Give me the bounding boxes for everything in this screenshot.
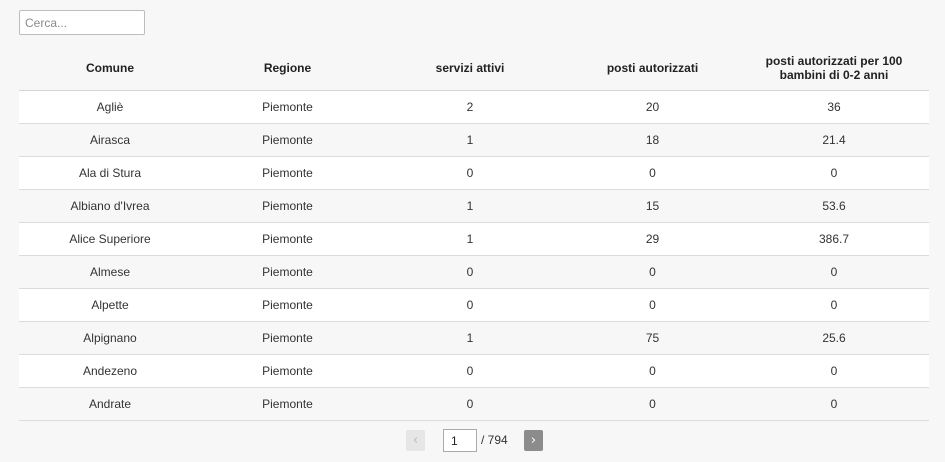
column-header-posti-autorizzati[interactable]: posti autorizzati — [566, 46, 739, 91]
table-header-row: Comune Regione servizi attivi posti auto… — [19, 46, 929, 91]
cell-posti-autorizzati: 75 — [566, 321, 739, 355]
cell-posti-per-100: 25.6 — [739, 321, 929, 355]
table-row: Andezeno Piemonte 0 0 0 — [19, 354, 929, 388]
cell-servizi-attivi: 1 — [374, 222, 566, 256]
table-row: Andrate Piemonte 0 0 0 — [19, 387, 929, 421]
cell-posti-autorizzati: 0 — [566, 387, 739, 421]
cell-servizi-attivi: 0 — [374, 387, 566, 421]
cell-posti-per-100: 0 — [739, 387, 929, 421]
cell-servizi-attivi: 0 — [374, 255, 566, 289]
cell-regione: Piemonte — [201, 288, 374, 322]
cell-comune: Alpignano — [19, 321, 201, 355]
table-row: Albiano d'Ivrea Piemonte 1 15 53.6 — [19, 189, 929, 223]
cell-posti-per-100: 53.6 — [739, 189, 929, 223]
chevron-left-icon: ‹ — [412, 433, 419, 448]
cell-servizi-attivi: 0 — [374, 156, 566, 190]
cell-comune: Airasca — [19, 123, 201, 157]
cell-comune: Albiano d'Ivrea — [19, 189, 201, 223]
previous-page-button[interactable]: ‹ — [406, 430, 425, 451]
cell-posti-per-100: 36 — [739, 90, 929, 124]
cell-servizi-attivi: 0 — [374, 354, 566, 388]
cell-posti-autorizzati: 29 — [566, 222, 739, 256]
column-header-servizi-attivi[interactable]: servizi attivi — [374, 46, 566, 91]
cell-posti-per-100: 0 — [739, 156, 929, 190]
cell-servizi-attivi: 2 — [374, 90, 566, 124]
next-page-button[interactable]: › — [524, 430, 543, 451]
column-header-posti-per-100[interactable]: posti autorizzati per 100 bambini di 0-2… — [739, 46, 929, 91]
table-row: Alpette Piemonte 0 0 0 — [19, 288, 929, 322]
cell-regione: Piemonte — [201, 222, 374, 256]
table-row: Airasca Piemonte 1 18 21.4 — [19, 123, 929, 157]
cell-comune: Almese — [19, 255, 201, 289]
chevron-right-icon: › — [530, 433, 537, 448]
data-table: Comune Regione servizi attivi posti auto… — [19, 46, 929, 421]
cell-servizi-attivi: 1 — [374, 123, 566, 157]
table-widget: Comune Regione servizi attivi posti auto… — [0, 0, 945, 462]
table-row: Alpignano Piemonte 1 75 25.6 — [19, 321, 929, 355]
table-row: Agliè Piemonte 2 20 36 — [19, 90, 929, 124]
cell-regione: Piemonte — [201, 321, 374, 355]
cell-posti-autorizzati: 20 — [566, 90, 739, 124]
cell-regione: Piemonte — [201, 189, 374, 223]
cell-servizi-attivi: 1 — [374, 321, 566, 355]
cell-posti-per-100: 0 — [739, 255, 929, 289]
cell-posti-autorizzati: 0 — [566, 354, 739, 388]
cell-posti-per-100: 0 — [739, 354, 929, 388]
cell-regione: Piemonte — [201, 354, 374, 388]
cell-posti-autorizzati: 0 — [566, 288, 739, 322]
cell-regione: Piemonte — [201, 156, 374, 190]
cell-comune: Agliè — [19, 90, 201, 124]
pagination: ‹ / 794 › — [0, 429, 945, 452]
cell-posti-autorizzati: 0 — [566, 255, 739, 289]
table-row: Almese Piemonte 0 0 0 — [19, 255, 929, 289]
cell-posti-autorizzati: 15 — [566, 189, 739, 223]
page-number-input[interactable] — [443, 429, 477, 452]
cell-regione: Piemonte — [201, 387, 374, 421]
cell-servizi-attivi: 0 — [374, 288, 566, 322]
column-header-comune[interactable]: Comune — [19, 46, 201, 91]
cell-regione: Piemonte — [201, 123, 374, 157]
table-row: Alice Superiore Piemonte 1 29 386.7 — [19, 222, 929, 256]
cell-comune: Andezeno — [19, 354, 201, 388]
cell-posti-per-100: 386.7 — [739, 222, 929, 256]
cell-posti-autorizzati: 18 — [566, 123, 739, 157]
cell-posti-per-100: 0 — [739, 288, 929, 322]
cell-posti-per-100: 21.4 — [739, 123, 929, 157]
cell-comune: Andrate — [19, 387, 201, 421]
total-pages-label: / 794 — [481, 433, 508, 447]
cell-regione: Piemonte — [201, 255, 374, 289]
cell-comune: Ala di Stura — [19, 156, 201, 190]
cell-regione: Piemonte — [201, 90, 374, 124]
cell-comune: Alice Superiore — [19, 222, 201, 256]
cell-posti-autorizzati: 0 — [566, 156, 739, 190]
cell-servizi-attivi: 1 — [374, 189, 566, 223]
table-row: Ala di Stura Piemonte 0 0 0 — [19, 156, 929, 190]
cell-comune: Alpette — [19, 288, 201, 322]
column-header-regione[interactable]: Regione — [201, 46, 374, 91]
search-input[interactable] — [19, 10, 145, 35]
